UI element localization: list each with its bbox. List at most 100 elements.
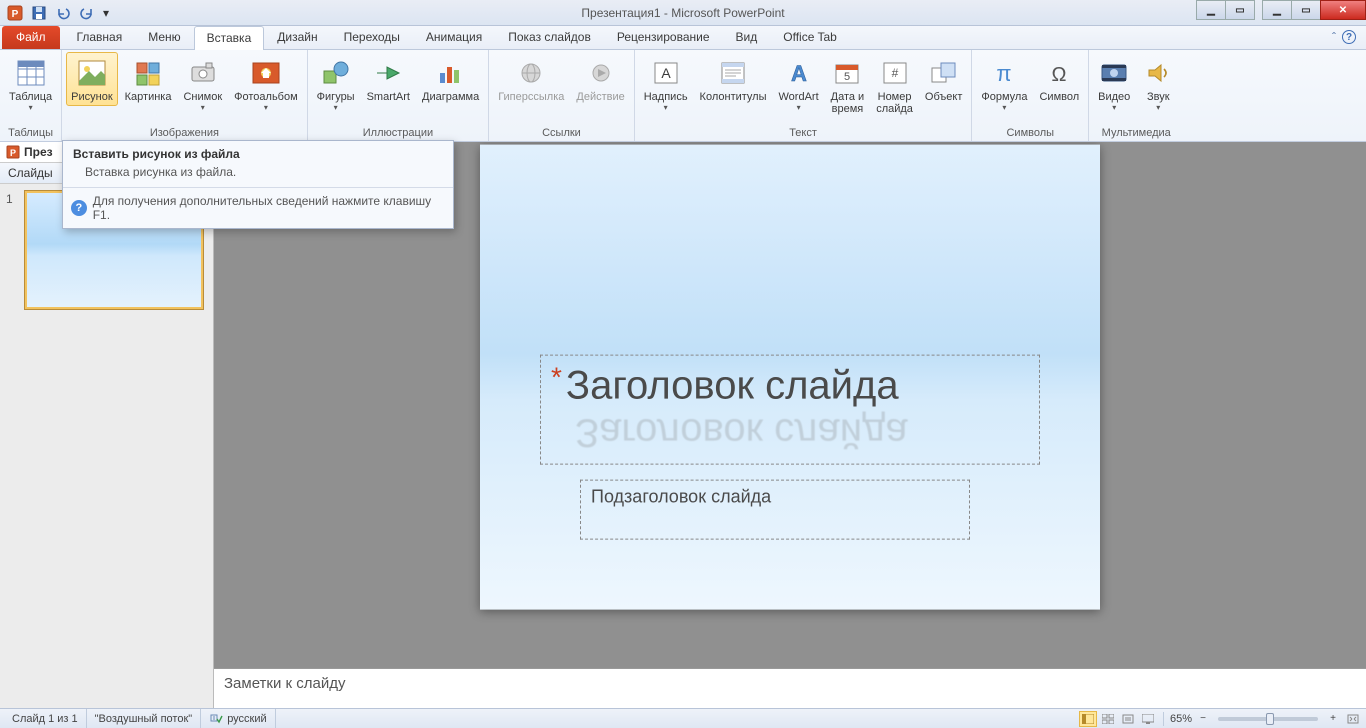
tab-home[interactable]: Главная bbox=[64, 25, 136, 49]
action-button: Действие bbox=[571, 52, 629, 106]
tab-transitions[interactable]: Переходы bbox=[331, 25, 413, 49]
window-controls: ▁ ▭ ▁ ▭ ✕ bbox=[1198, 0, 1366, 20]
thumbnail-number: 1 bbox=[6, 190, 18, 310]
ribbon-restore-button[interactable]: ▭ bbox=[1225, 0, 1255, 20]
save-icon[interactable] bbox=[28, 2, 50, 24]
svg-text:π: π bbox=[997, 61, 1012, 86]
clipart-icon bbox=[132, 57, 164, 89]
shapes-button[interactable]: Фигуры▾ bbox=[312, 52, 360, 115]
tab-view[interactable]: Вид bbox=[723, 25, 771, 49]
ribbon: Таблица▾ Таблицы Рисунок Картинка Снимок… bbox=[0, 50, 1366, 142]
view-sorter-icon[interactable] bbox=[1099, 711, 1117, 727]
picture-button[interactable]: Рисунок bbox=[66, 52, 118, 106]
smartart-icon bbox=[372, 57, 404, 89]
photoalbum-icon bbox=[250, 57, 282, 89]
headerfooter-button[interactable]: Колонтитулы bbox=[695, 52, 772, 106]
thumbnails-list[interactable]: 1 bbox=[0, 184, 213, 708]
qat-dropdown-icon[interactable]: ▾ bbox=[100, 2, 112, 24]
close-button[interactable]: ✕ bbox=[1320, 0, 1366, 20]
status-slide-count[interactable]: Слайд 1 из 1 bbox=[4, 709, 87, 728]
wordart-icon: A bbox=[783, 57, 815, 89]
group-images: Рисунок Картинка Снимок▾ Фотоальбом▾ Изо… bbox=[62, 50, 308, 141]
zoom-slider-thumb[interactable] bbox=[1266, 713, 1274, 725]
spellcheck-icon bbox=[209, 713, 223, 725]
tab-insert[interactable]: Вставка bbox=[194, 26, 265, 50]
video-icon bbox=[1098, 57, 1130, 89]
svg-text:Ω: Ω bbox=[1052, 64, 1067, 86]
document-name: През bbox=[24, 145, 53, 159]
undo-icon[interactable] bbox=[52, 2, 74, 24]
chart-button[interactable]: Диаграмма bbox=[417, 52, 484, 106]
group-tables: Таблица▾ Таблицы bbox=[0, 50, 62, 141]
slidenumber-button[interactable]: # Номер слайда bbox=[871, 52, 918, 118]
screenshot-button[interactable]: Снимок▾ bbox=[178, 52, 227, 115]
zoom-slider[interactable] bbox=[1218, 717, 1318, 721]
app-icon[interactable]: P bbox=[4, 2, 26, 24]
minimize-button[interactable]: ▁ bbox=[1262, 0, 1292, 20]
zoom-level[interactable]: 65% bbox=[1170, 713, 1192, 725]
datetime-button[interactable]: 5 Дата и время bbox=[826, 52, 870, 118]
audio-button[interactable]: Звук▾ bbox=[1137, 52, 1179, 115]
action-icon bbox=[585, 57, 617, 89]
tooltip-help-text: Для получения дополнительных сведений на… bbox=[93, 194, 445, 222]
help-icon[interactable]: ? bbox=[1342, 30, 1356, 44]
table-button[interactable]: Таблица▾ bbox=[4, 52, 57, 115]
tooltip-footer: ? Для получения дополнительных сведений … bbox=[63, 187, 453, 228]
video-button[interactable]: Видео▾ bbox=[1093, 52, 1135, 115]
group-text-label: Текст bbox=[639, 125, 968, 141]
tooltip-body: Вставка рисунка из файла. bbox=[63, 163, 453, 187]
notes-pane[interactable]: Заметки к слайду bbox=[214, 668, 1366, 708]
equation-button[interactable]: π Формула▾ bbox=[976, 52, 1032, 115]
title-bar: P ▾ Презентация1 - Microsoft PowerPoint … bbox=[0, 0, 1366, 26]
quick-access-toolbar: P ▾ bbox=[0, 2, 112, 24]
slide[interactable]: * Заголовок слайда Заголовок слайда Подз… bbox=[480, 145, 1100, 610]
object-button[interactable]: Объект bbox=[920, 52, 967, 106]
tab-animations[interactable]: Анимация bbox=[413, 25, 495, 49]
fit-window-button[interactable] bbox=[1344, 711, 1362, 727]
minimize-ribbon-icon[interactable]: ˆ bbox=[1332, 30, 1336, 44]
title-placeholder[interactable]: * Заголовок слайда Заголовок слайда bbox=[540, 355, 1040, 465]
photoalbum-button[interactable]: Фотоальбом▾ bbox=[229, 52, 303, 115]
group-symbols-label: Символы bbox=[976, 125, 1084, 141]
status-bar: Слайд 1 из 1 "Воздушный поток" русский 6… bbox=[0, 708, 1366, 728]
datetime-icon: 5 bbox=[831, 57, 863, 89]
screenshot-icon bbox=[187, 57, 219, 89]
view-slideshow-icon[interactable] bbox=[1139, 711, 1157, 727]
tab-review[interactable]: Рецензирование bbox=[604, 25, 723, 49]
ribbon-minimize-button[interactable]: ▁ bbox=[1196, 0, 1226, 20]
symbol-icon: Ω bbox=[1043, 57, 1075, 89]
tab-menu[interactable]: Меню bbox=[135, 25, 193, 49]
redo-icon[interactable] bbox=[76, 2, 98, 24]
powerpoint-file-icon: P bbox=[6, 145, 20, 159]
window-title: Презентация1 - Microsoft PowerPoint bbox=[581, 6, 784, 20]
tab-design[interactable]: Дизайн bbox=[264, 25, 330, 49]
table-icon bbox=[15, 57, 47, 89]
zoom-out-button[interactable]: − bbox=[1194, 711, 1212, 727]
subtitle-placeholder[interactable]: Подзаголовок слайда bbox=[580, 480, 970, 540]
group-links-label: Ссылки bbox=[493, 125, 630, 141]
symbol-button[interactable]: Ω Символ bbox=[1034, 52, 1084, 106]
headerfooter-icon bbox=[717, 57, 749, 89]
ribbon-tabs: Файл Главная Меню Вставка Дизайн Переход… bbox=[0, 26, 1366, 50]
object-icon bbox=[928, 57, 960, 89]
view-normal-icon[interactable] bbox=[1079, 711, 1097, 727]
wordart-button[interactable]: A WordArt▾ bbox=[774, 52, 824, 115]
textbox-button[interactable]: A Надпись▾ bbox=[639, 52, 693, 115]
chart-icon bbox=[435, 57, 467, 89]
clipart-button[interactable]: Картинка bbox=[120, 52, 177, 106]
status-language[interactable]: русский bbox=[201, 709, 275, 728]
maximize-button[interactable]: ▭ bbox=[1291, 0, 1321, 20]
notes-placeholder: Заметки к слайду bbox=[224, 675, 346, 692]
group-media-label: Мультимедиа bbox=[1093, 125, 1179, 141]
tab-officetab[interactable]: Office Tab bbox=[770, 25, 850, 49]
tab-slides-panel[interactable]: Слайды bbox=[8, 166, 53, 180]
tab-slideshow[interactable]: Показ слайдов bbox=[495, 25, 604, 49]
slide-title-text: Заголовок слайда bbox=[566, 366, 899, 406]
view-reading-icon[interactable] bbox=[1119, 711, 1137, 727]
svg-text:P: P bbox=[10, 148, 16, 158]
status-theme[interactable]: "Воздушный поток" bbox=[87, 709, 202, 728]
zoom-in-button[interactable]: + bbox=[1324, 711, 1342, 727]
smartart-button[interactable]: SmartArt bbox=[362, 52, 415, 106]
audio-icon bbox=[1142, 57, 1174, 89]
tab-file[interactable]: Файл bbox=[2, 26, 60, 49]
